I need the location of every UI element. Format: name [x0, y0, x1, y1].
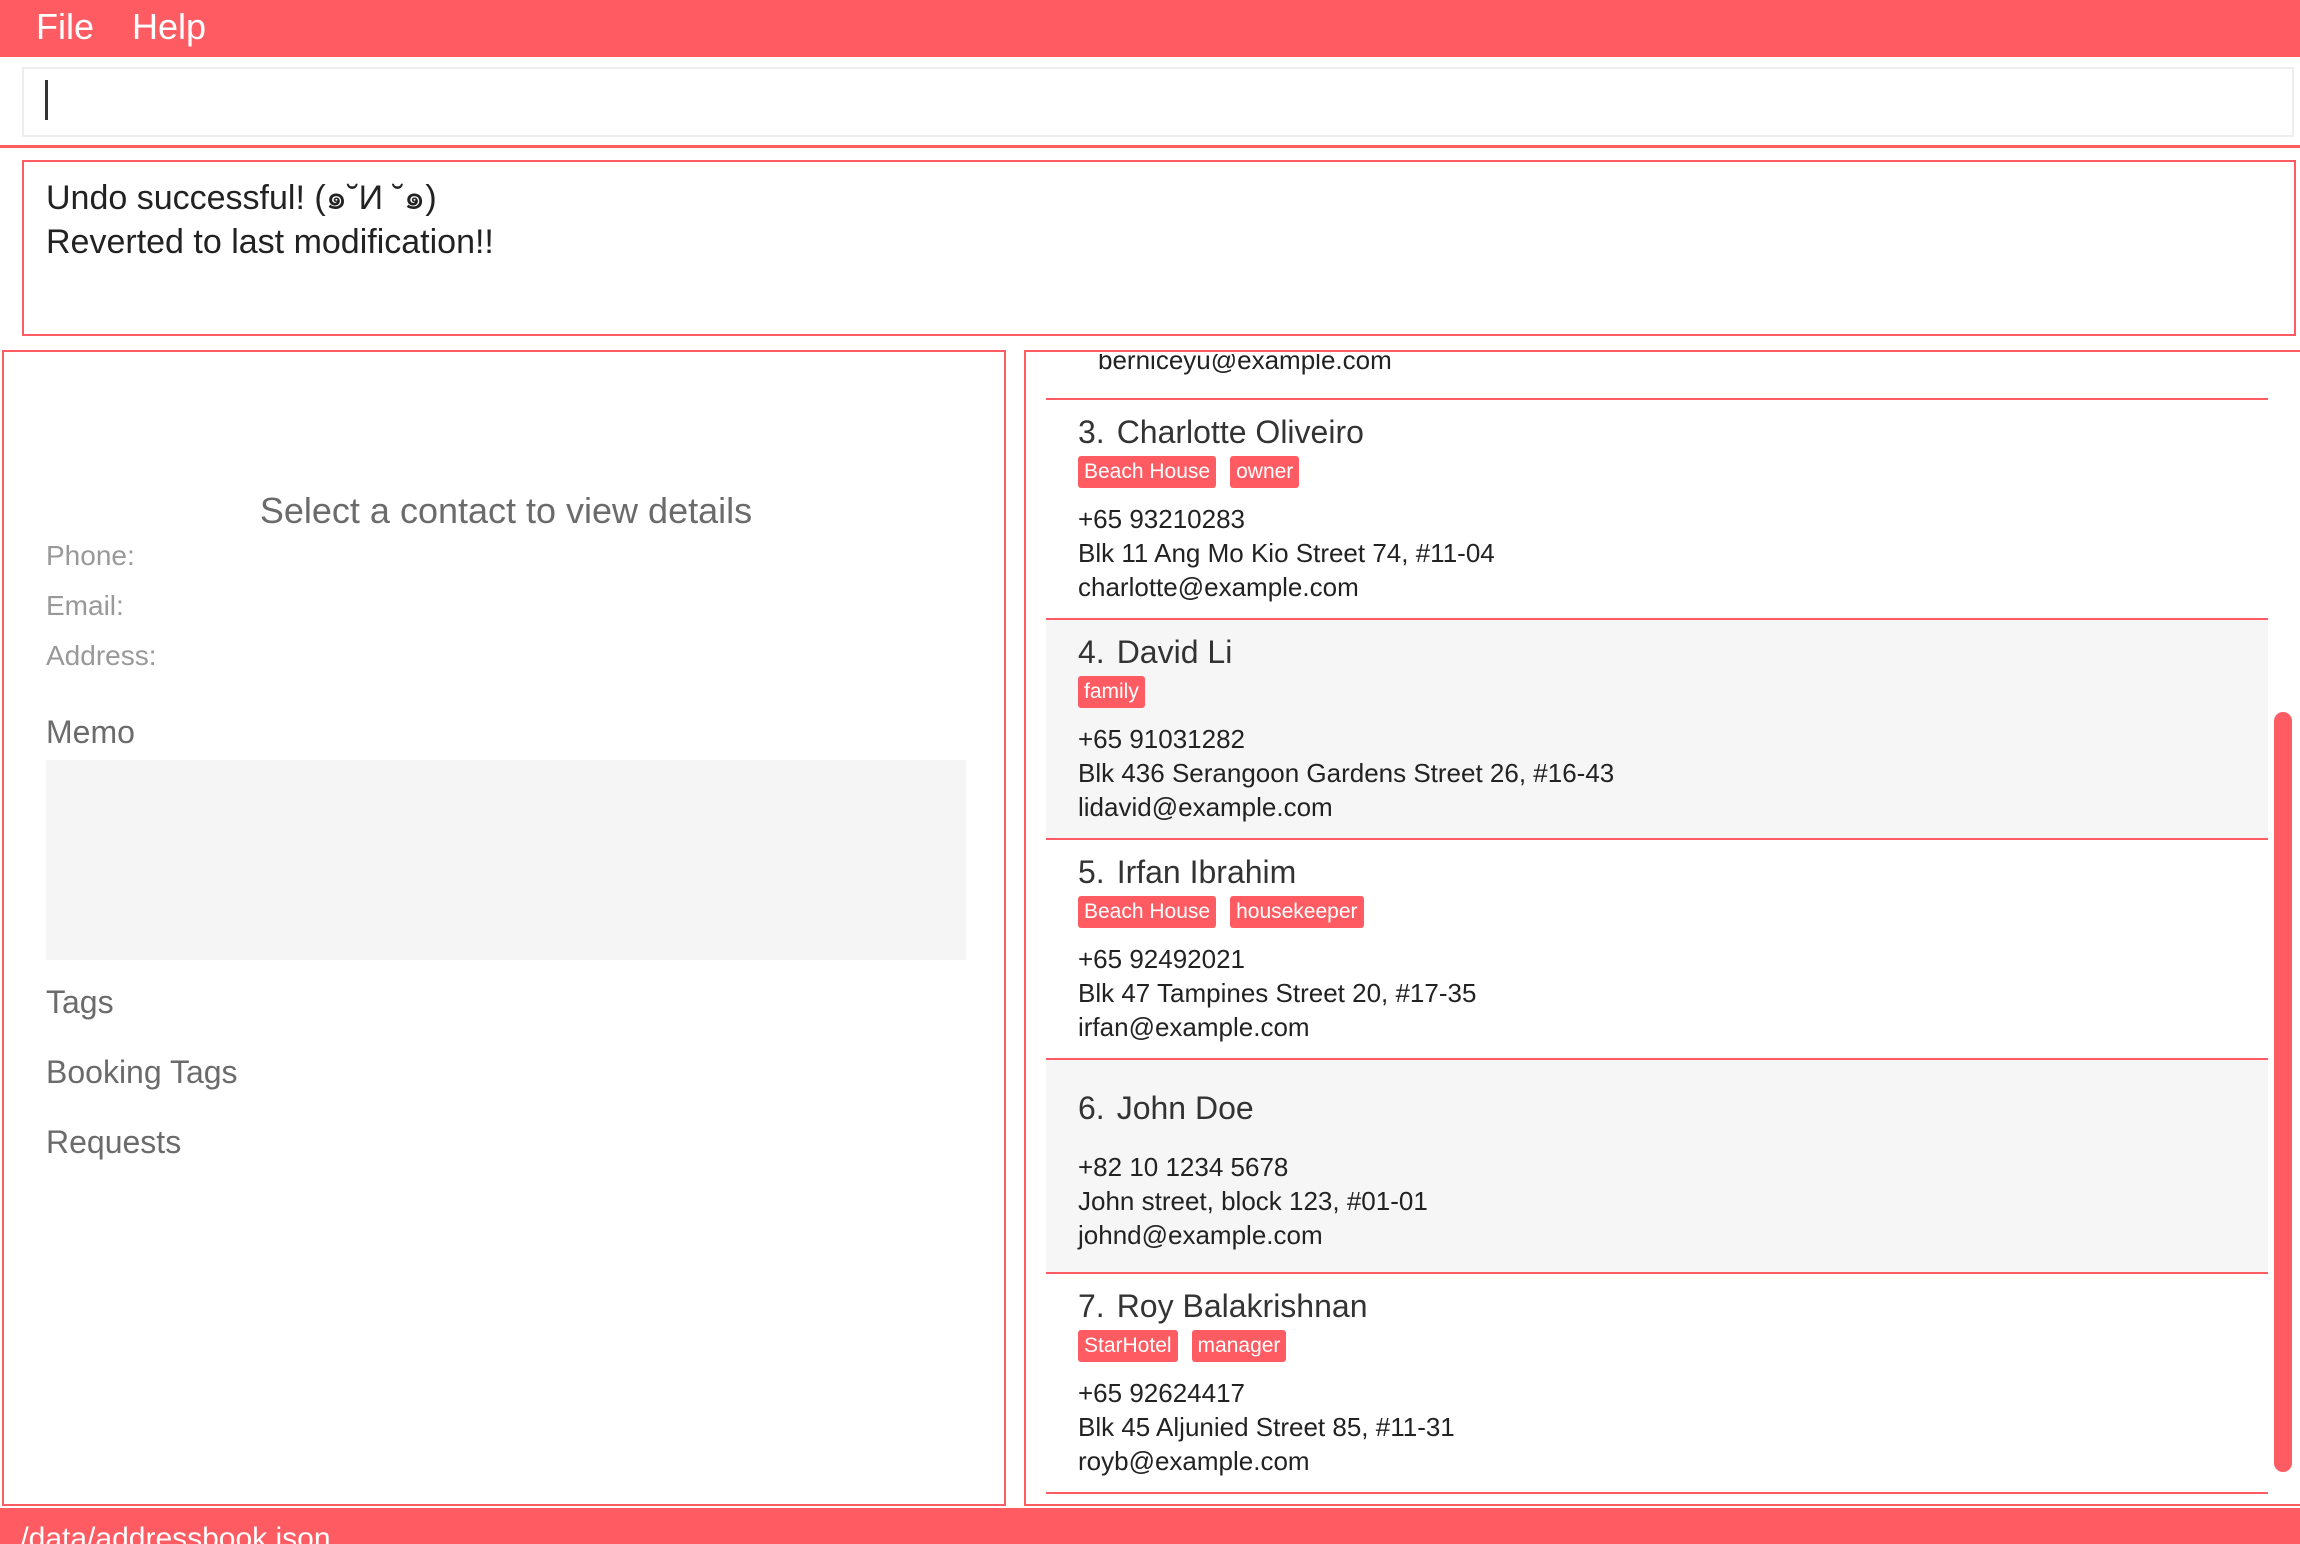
contact-address: John street, block 123, #01-01 [1078, 1186, 1428, 1216]
tags-label: Tags [46, 984, 114, 1020]
contact-email: irfan@example.com [1078, 1012, 1310, 1042]
contact-address: Blk 11 Ang Mo Kio Street 74, #11-04 [1078, 538, 1495, 568]
contact-card[interactable]: 5. Irfan Ibrahim Beach House housekeeper +65… [1046, 840, 2268, 1060]
contact-list-panel[interactable]: berniceyu@example.com 3. Charlotte Olivei… [1024, 350, 2300, 1506]
menu-bar: File Help [0, 0, 2300, 54]
contact-phone: +65 91031282 [1078, 724, 1246, 754]
contact-name-text: Charlotte Oliveiro [1116, 414, 1364, 450]
contact-email: berniceyu@example.com [1098, 354, 1392, 375]
menu-file[interactable]: File [36, 7, 94, 47]
contact-tags: StarHotel manager [1078, 1330, 1287, 1362]
contact-index: 5. [1078, 854, 1105, 890]
file-path: ./data/addressbook.json [12, 1522, 331, 1544]
requests-label: Requests [46, 1124, 182, 1160]
contact-phone: +65 93210283 [1078, 504, 1246, 534]
tag-badge: Beach House [1078, 896, 1217, 928]
command-input[interactable] [22, 67, 2294, 137]
address-label: Address: [46, 640, 157, 671]
tag-badge: housekeeper [1230, 896, 1364, 928]
contact-tags: Beach House owner [1078, 456, 1300, 488]
menu-help[interactable]: Help [132, 7, 206, 47]
contact-name-text: Irfan Ibrahim [1116, 854, 1297, 890]
result-display: Undo successful! (๑˘И ˘๑) Reverted to la… [22, 160, 2296, 336]
contact-name: 6. John Doe [1078, 1090, 1254, 1127]
contact-card[interactable]: 4. David Li family +65 91031282 Blk 436 Sera… [1046, 620, 2268, 840]
contact-card[interactable]: 3. Charlotte Oliveiro Beach House owner +65 … [1046, 400, 2268, 620]
contact-card-partial[interactable]: berniceyu@example.com [1046, 352, 2268, 400]
contact-address: Blk 436 Serangoon Gardens Street 26, #16… [1078, 758, 1615, 788]
contact-name-text: Roy Balakrishnan [1116, 1288, 1368, 1324]
contact-email: royb@example.com [1078, 1446, 1310, 1476]
text-cursor [45, 80, 48, 120]
contact-tags: Beach House housekeeper [1078, 896, 1364, 928]
tag-badge: manager [1191, 1330, 1287, 1362]
result-line-2: Reverted to last modification!! [46, 223, 494, 261]
memo-box[interactable] [46, 760, 966, 960]
memo-label: Memo [46, 714, 135, 750]
contact-email: johnd@example.com [1078, 1220, 1323, 1250]
tag-badge: Beach House [1078, 456, 1217, 488]
tag-badge: family [1078, 676, 1145, 708]
contact-address: Blk 45 Aljunied Street 85, #11-31 [1078, 1412, 1455, 1442]
contact-card[interactable]: 7. Roy Balakrishnan StarHotel manager +65 92… [1046, 1274, 2268, 1494]
contact-phone: +65 92492021 [1078, 944, 1246, 974]
contact-index: 3. [1078, 414, 1105, 450]
contact-address: Blk 47 Tampines Street 20, #17-35 [1078, 978, 1477, 1008]
phone-label: Phone: [46, 540, 135, 571]
contact-name: 3. Charlotte Oliveiro [1078, 414, 1364, 451]
scrollbar-thumb[interactable] [2274, 712, 2292, 1472]
contact-index: 4. [1078, 634, 1105, 670]
contact-email: charlotte@example.com [1078, 572, 1359, 602]
status-bar: ./data/addressbook.json [0, 1508, 2300, 1544]
contact-phone: +65 92624417 [1078, 1378, 1246, 1408]
contact-tags: family [1078, 676, 1145, 708]
contact-name-text: John Doe [1116, 1090, 1254, 1126]
booking-tags-label: Booking Tags [46, 1054, 238, 1090]
contact-name: 4. David Li [1078, 634, 1232, 671]
tag-badge: StarHotel [1078, 1330, 1178, 1362]
contact-name-text: David Li [1116, 634, 1233, 670]
email-label: Email: [46, 590, 124, 621]
command-box [0, 54, 2300, 148]
contact-detail-panel: Select a contact to view details Phone: … [2, 350, 1006, 1506]
result-line-1: Undo successful! (๑˘И ˘๑) [46, 179, 437, 217]
tag-badge: owner [1230, 456, 1300, 488]
contact-index: 7. [1078, 1288, 1105, 1324]
contact-card[interactable]: 6. John Doe +82 10 1234 5678 John street, b… [1046, 1060, 2268, 1274]
detail-placeholder: Select a contact to view details [259, 490, 753, 531]
contact-email: lidavid@example.com [1078, 792, 1333, 822]
contact-name: 7. Roy Balakrishnan [1078, 1288, 1367, 1325]
contact-name: 5. Irfan Ibrahim [1078, 854, 1296, 891]
contact-phone: +82 10 1234 5678 [1078, 1152, 1289, 1182]
contact-index: 6. [1078, 1090, 1105, 1126]
